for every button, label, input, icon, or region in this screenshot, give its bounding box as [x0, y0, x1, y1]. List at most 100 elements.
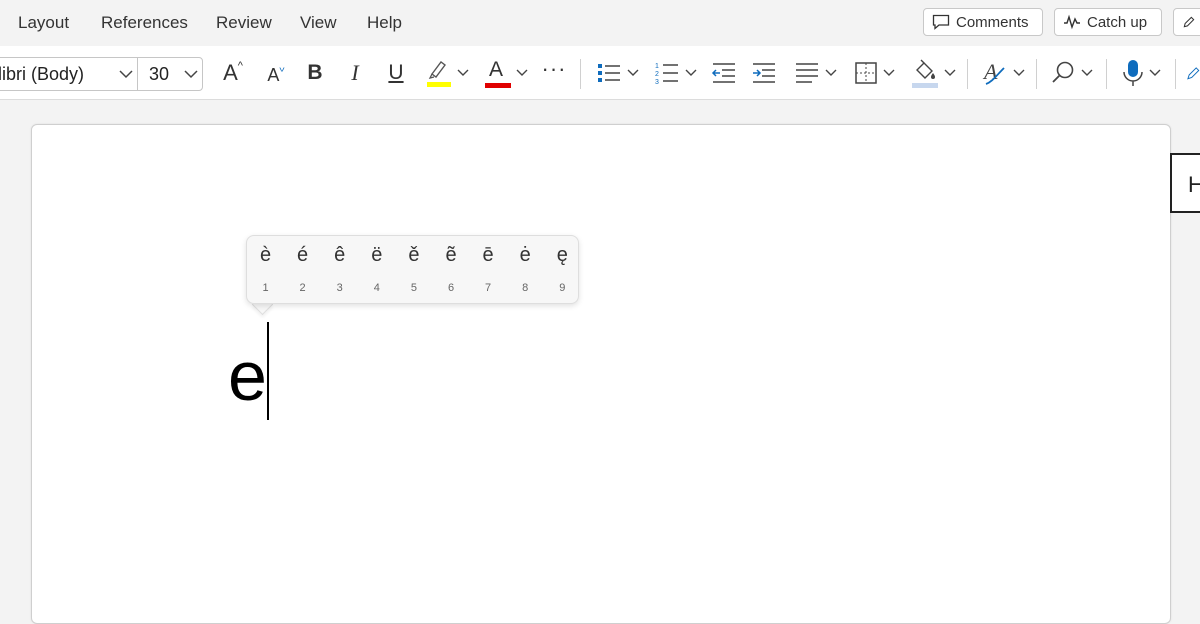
chevron-down-icon — [825, 69, 836, 76]
accent-option[interactable]: è1 — [247, 236, 284, 305]
accent-char: é — [297, 244, 309, 266]
accent-option[interactable]: ě5 — [395, 236, 432, 305]
comments-label: Comments — [956, 13, 1029, 31]
more-icon: ··· — [541, 56, 567, 81]
highlight-color-button[interactable] — [422, 46, 472, 100]
italic-letter: I — [351, 60, 359, 85]
toolbar-divider — [1175, 59, 1176, 89]
styles-icon: A — [982, 59, 1005, 85]
highlighter-icon — [427, 61, 451, 87]
align-button[interactable] — [790, 46, 840, 100]
dictate-button[interactable] — [1116, 46, 1166, 100]
accent-char: è — [259, 244, 272, 266]
accent-shortcut-number: 5 — [410, 282, 417, 294]
accent-shortcut-number: 3 — [336, 282, 343, 294]
accent-shortcut-number: 4 — [373, 282, 380, 294]
svg-text:3: 3 — [655, 79, 659, 86]
underline-letter: U — [388, 61, 404, 84]
accent-option[interactable]: ė8 — [507, 236, 544, 305]
accent-shortcut-number: 6 — [447, 282, 455, 294]
menu-review[interactable]: Review — [216, 12, 272, 34]
chevron-down-icon — [883, 69, 894, 76]
chevron-down-icon — [685, 69, 696, 76]
bold-button[interactable]: B — [302, 46, 328, 100]
accent-option[interactable]: é2 — [284, 236, 321, 305]
caret-down-icon: ^ — [279, 61, 285, 73]
increase-indent-button[interactable] — [748, 46, 780, 100]
editor-button[interactable] — [1186, 46, 1200, 100]
accent-option[interactable]: ē7 — [470, 236, 507, 305]
svg-text:A: A — [982, 59, 998, 84]
toolbar-divider — [967, 59, 968, 89]
search-icon — [1051, 61, 1073, 83]
accent-option[interactable]: ê3 — [321, 236, 358, 305]
menu-references[interactable]: References — [101, 12, 188, 34]
pencil-icon — [1183, 16, 1195, 28]
toolbar-divider — [1036, 59, 1037, 89]
chevron-down-icon — [944, 69, 955, 76]
borders-icon — [854, 62, 877, 84]
font-size-value: 30 — [149, 63, 170, 84]
side-panel-tab-label: H — [1188, 172, 1200, 197]
borders-button[interactable] — [849, 46, 899, 100]
accent-char: ê — [334, 244, 346, 266]
font-color-button[interactable]: A — [481, 46, 531, 100]
chevron-down-icon — [1081, 69, 1092, 76]
accent-option[interactable]: ę9 — [544, 236, 581, 305]
find-button[interactable] — [1046, 46, 1096, 100]
accent-shortcut-number: 1 — [262, 282, 269, 294]
font-name-dropdown[interactable]: libri (Body) — [0, 57, 138, 91]
accent-shortcut-number: 2 — [299, 282, 306, 294]
shading-button[interactable] — [908, 46, 958, 100]
bold-letter: B — [307, 61, 323, 84]
editor-pen-icon — [1187, 67, 1200, 80]
catch-up-button[interactable]: Catch up — [1054, 8, 1162, 36]
shrink-font-button[interactable]: A ^ — [262, 46, 290, 100]
menu-bar: Layout References Review View Help Comme… — [0, 0, 1200, 46]
shrink-font-letter: A — [267, 64, 280, 85]
activity-icon — [1064, 14, 1080, 30]
accent-shortcut-number: 9 — [559, 282, 566, 294]
bullets-button[interactable] — [592, 46, 642, 100]
numbered-list-icon: 1 2 3 — [655, 63, 678, 86]
font-name-value: libri (Body) — [0, 63, 85, 84]
toolbar-divider — [580, 59, 581, 89]
numbering-button[interactable]: 1 2 3 — [650, 46, 700, 100]
styles-button[interactable]: A — [978, 46, 1028, 100]
comments-button[interactable]: Comments — [923, 8, 1043, 36]
chevron-down-icon — [627, 69, 638, 76]
accent-char: ẽ — [445, 244, 457, 266]
svg-text:2: 2 — [655, 71, 659, 78]
accent-char: ę — [556, 244, 568, 266]
chevron-down-icon — [516, 69, 528, 76]
catch-up-label: Catch up — [1087, 13, 1148, 31]
decrease-indent-button[interactable] — [708, 46, 740, 100]
grow-font-button[interactable]: A ^ — [218, 46, 248, 100]
decrease-indent-icon — [711, 63, 735, 83]
bullet-list-icon — [597, 64, 620, 82]
formatting-toolbar: libri (Body) 30 A ^ A ^ B I U A ··· 1 2 … — [0, 46, 1200, 100]
menu-layout[interactable]: Layout — [18, 12, 69, 34]
underline-button[interactable]: U — [383, 46, 409, 100]
accent-char: ē — [482, 244, 494, 266]
document-text[interactable]: e — [228, 338, 267, 414]
font-color-swatch — [485, 83, 511, 88]
comment-icon — [932, 14, 950, 30]
accent-option[interactable]: ẽ6 — [433, 236, 470, 305]
editing-mode-button[interactable] — [1173, 8, 1200, 36]
italic-button[interactable]: I — [342, 46, 368, 100]
document-page[interactable] — [31, 124, 1171, 624]
accent-char: ë — [371, 244, 383, 266]
chevron-down-icon — [1149, 69, 1160, 76]
font-size-dropdown[interactable]: 30 — [137, 57, 203, 91]
text-cursor — [267, 322, 269, 420]
more-options-button[interactable]: ··· — [538, 46, 570, 100]
font-color-letter: A — [489, 58, 504, 81]
grow-font-letter: A — [223, 60, 238, 85]
menu-view[interactable]: View — [300, 12, 337, 34]
accent-char: ě — [408, 244, 420, 266]
paint-bucket-icon — [911, 59, 938, 88]
accent-option[interactable]: ë4 — [358, 236, 395, 305]
side-panel-tab[interactable]: H — [1170, 153, 1200, 213]
menu-help[interactable]: Help — [367, 12, 402, 34]
